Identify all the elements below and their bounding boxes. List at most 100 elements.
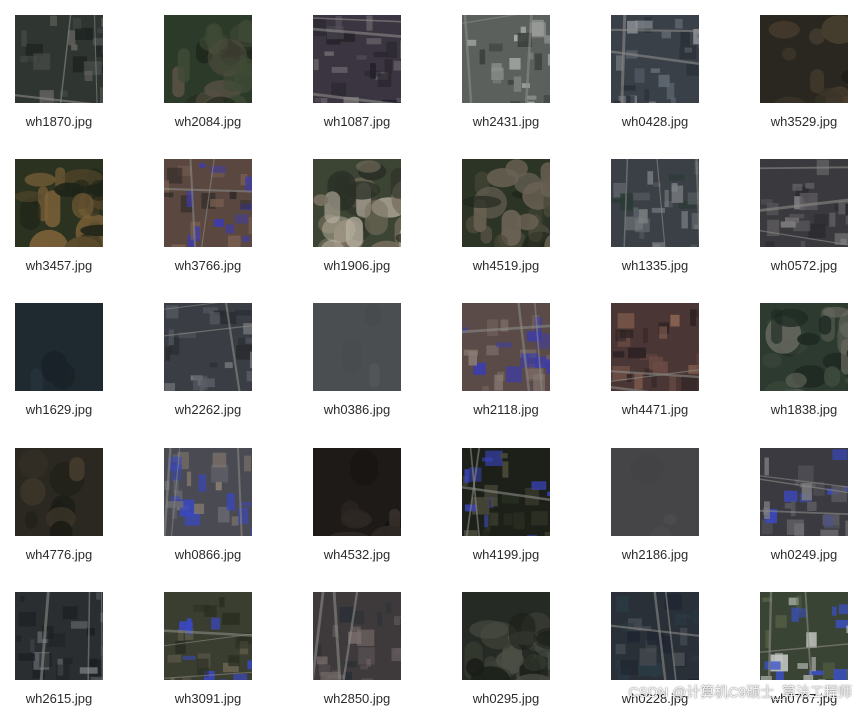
- satellite-image: [15, 303, 103, 391]
- image-thumbnail[interactable]: [15, 15, 103, 103]
- file-name-label: wh2850.jpg: [297, 691, 417, 706]
- file-name-label: wh4776.jpg: [0, 547, 119, 562]
- file-tile[interactable]: wh1629.jpg: [0, 303, 119, 433]
- thumbnail-gallery: wh1870.jpgwh2084.jpg wh1087.jpg wh2431.jpg…: [0, 0, 858, 708]
- satellite-image: [462, 303, 550, 391]
- file-tile[interactable]: wh2084.jpg: [148, 15, 268, 145]
- file-name-label: wh0295.jpg: [446, 691, 566, 706]
- file-name-label: wh0428.jpg: [595, 114, 715, 129]
- image-thumbnail[interactable]: [15, 303, 103, 391]
- image-thumbnail[interactable]: [462, 15, 550, 103]
- satellite-image: [462, 15, 550, 103]
- file-tile[interactable]: wh0572.jpg: [744, 159, 858, 289]
- file-tile[interactable]: wh0228.jpg: [595, 592, 715, 722]
- image-thumbnail[interactable]: [313, 15, 401, 103]
- satellite-image: [760, 448, 848, 536]
- satellite-image: [313, 15, 401, 103]
- file-tile[interactable]: wh1906.jpg: [297, 159, 417, 289]
- file-tile[interactable]: wh1087.jpg: [297, 15, 417, 145]
- file-name-label: wh0572.jpg: [744, 258, 858, 273]
- file-name-label: wh0249.jpg: [744, 547, 858, 562]
- file-tile[interactable]: wh1838.jpg: [744, 303, 858, 433]
- satellite-image: [164, 303, 252, 391]
- file-name-label: wh1629.jpg: [0, 402, 119, 417]
- image-thumbnail[interactable]: [462, 448, 550, 536]
- satellite-image: [15, 448, 103, 536]
- file-tile[interactable]: wh3091.jpg: [148, 592, 268, 722]
- image-thumbnail[interactable]: [462, 592, 550, 680]
- file-tile[interactable]: wh2118.jpg: [446, 303, 566, 433]
- file-tile[interactable]: wh4776.jpg: [0, 448, 119, 578]
- satellite-image: [760, 303, 848, 391]
- satellite-image: [164, 159, 252, 247]
- satellite-image: [462, 159, 550, 247]
- satellite-image: [462, 592, 550, 680]
- file-tile[interactable]: wh4532.jpg: [297, 448, 417, 578]
- file-name-label: wh0386.jpg: [297, 402, 417, 417]
- image-thumbnail[interactable]: [15, 159, 103, 247]
- file-name-label: wh2431.jpg: [446, 114, 566, 129]
- file-tile[interactable]: wh3457.jpg: [0, 159, 119, 289]
- satellite-image: [164, 592, 252, 680]
- satellite-image: [611, 15, 699, 103]
- image-thumbnail[interactable]: [760, 159, 848, 247]
- satellite-image: [760, 159, 848, 247]
- file-tile[interactable]: wh4519.jpg: [446, 159, 566, 289]
- image-thumbnail[interactable]: [611, 303, 699, 391]
- file-name-label: wh2118.jpg: [446, 402, 566, 417]
- satellite-image: [760, 592, 848, 680]
- image-thumbnail[interactable]: [462, 159, 550, 247]
- file-tile[interactable]: wh2850.jpg: [297, 592, 417, 722]
- image-thumbnail[interactable]: [15, 448, 103, 536]
- image-thumbnail[interactable]: [313, 303, 401, 391]
- image-thumbnail[interactable]: [313, 159, 401, 247]
- file-name-label: wh2615.jpg: [0, 691, 119, 706]
- image-thumbnail[interactable]: [760, 303, 848, 391]
- image-thumbnail[interactable]: [760, 448, 848, 536]
- file-tile[interactable]: wh0295.jpg: [446, 592, 566, 722]
- file-tile[interactable]: wh2262.jpg: [148, 303, 268, 433]
- image-thumbnail[interactable]: [164, 159, 252, 247]
- image-thumbnail[interactable]: [313, 448, 401, 536]
- satellite-image: [313, 448, 401, 536]
- image-thumbnail[interactable]: [611, 448, 699, 536]
- file-tile[interactable]: wh3529.jpg: [744, 15, 858, 145]
- file-name-label: wh0866.jpg: [148, 547, 268, 562]
- image-thumbnail[interactable]: [760, 15, 848, 103]
- image-thumbnail[interactable]: [15, 592, 103, 680]
- image-thumbnail[interactable]: [760, 592, 848, 680]
- file-tile[interactable]: wh0249.jpg: [744, 448, 858, 578]
- image-thumbnail[interactable]: [164, 448, 252, 536]
- satellite-image: [611, 592, 699, 680]
- file-tile[interactable]: wh4471.jpg: [595, 303, 715, 433]
- image-thumbnail[interactable]: [611, 15, 699, 103]
- file-name-label: wh3091.jpg: [148, 691, 268, 706]
- file-name-label: wh2262.jpg: [148, 402, 268, 417]
- file-name-label: wh1838.jpg: [744, 402, 858, 417]
- file-tile[interactable]: wh2615.jpg: [0, 592, 119, 722]
- file-tile[interactable]: wh4199.jpg: [446, 448, 566, 578]
- image-thumbnail[interactable]: [164, 592, 252, 680]
- file-tile[interactable]: wh2431.jpg: [446, 15, 566, 145]
- image-thumbnail[interactable]: [462, 303, 550, 391]
- file-name-label: wh1087.jpg: [297, 114, 417, 129]
- file-name-label: wh4471.jpg: [595, 402, 715, 417]
- file-name-label: wh4199.jpg: [446, 547, 566, 562]
- image-thumbnail[interactable]: [611, 159, 699, 247]
- file-tile[interactable]: wh2186.jpg: [595, 448, 715, 578]
- file-name-label: wh1335.jpg: [595, 258, 715, 273]
- image-thumbnail[interactable]: [164, 15, 252, 103]
- file-tile[interactable]: wh0428.jpg: [595, 15, 715, 145]
- file-name-label: wh1906.jpg: [297, 258, 417, 273]
- file-tile[interactable]: wh0386.jpg: [297, 303, 417, 433]
- file-tile[interactable]: wh1335.jpg: [595, 159, 715, 289]
- file-tile[interactable]: wh1870.jpg: [0, 15, 119, 145]
- file-tile[interactable]: wh0866.jpg: [148, 448, 268, 578]
- image-thumbnail[interactable]: [313, 592, 401, 680]
- image-thumbnail[interactable]: [164, 303, 252, 391]
- image-thumbnail[interactable]: [611, 592, 699, 680]
- satellite-image: [462, 448, 550, 536]
- file-tile[interactable]: wh0787.jpg: [744, 592, 858, 722]
- file-name-label: wh3457.jpg: [0, 258, 119, 273]
- file-tile[interactable]: wh3766.jpg: [148, 159, 268, 289]
